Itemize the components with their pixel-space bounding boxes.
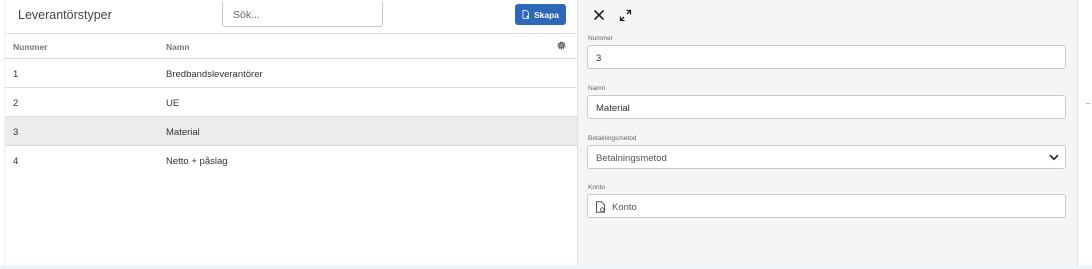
create-button-label: Skapa — [533, 9, 560, 20]
file-icon — [596, 201, 605, 213]
name-label: Namn — [588, 85, 606, 92]
payment-method-value: Betalningsmetod — [596, 153, 667, 164]
number-field[interactable]: 3 — [587, 45, 1066, 69]
search-input[interactable]: Sök... — [222, 2, 383, 27]
list-header: Leverantörstyper Sök... Skapa — [5, 0, 578, 33]
account-placeholder: Konto — [612, 202, 637, 213]
table-row[interactable]: 2 UE — [5, 88, 578, 117]
payment-method-label: Betalningsmetod — [588, 135, 637, 142]
gear-icon[interactable] — [556, 40, 567, 51]
row-number: 1 — [13, 69, 19, 80]
number-label: Nummer — [588, 35, 613, 42]
table-row[interactable]: 1 Bredbandsleverantörer — [5, 59, 578, 88]
table-header: Nummer Namn — [5, 33, 578, 59]
detail-panel: Nummer 3 Namn Material Betalningsmetod B… — [577, 0, 1077, 265]
create-button[interactable]: Skapa — [515, 4, 566, 25]
row-name: UE — [166, 98, 180, 109]
divider-tick — [1086, 103, 1090, 104]
column-header-name[interactable]: Namn — [166, 42, 190, 52]
list-title: Leverantörstyper — [18, 8, 112, 22]
supplier-type-list-panel: Leverantörstyper Sök... Skapa Nummer Nam… — [4, 0, 578, 265]
close-icon[interactable] — [593, 9, 605, 21]
row-number: 3 — [13, 127, 19, 138]
row-number: 4 — [13, 156, 19, 167]
row-name: Netto + påslag — [166, 156, 228, 167]
expand-icon[interactable] — [619, 9, 632, 22]
file-plus-icon — [522, 10, 529, 19]
row-name: Bredbandsleverantörer — [166, 69, 263, 80]
side-strip — [1077, 0, 1092, 269]
payment-method-select[interactable]: Betalningsmetod — [587, 145, 1066, 169]
row-name: Material — [166, 127, 200, 138]
row-number: 2 — [13, 98, 19, 109]
account-field[interactable]: Konto — [587, 194, 1066, 218]
column-header-number[interactable]: Nummer — [13, 42, 47, 52]
chevron-down-icon — [1049, 154, 1059, 161]
table-row[interactable]: 4 Netto + påslag — [5, 146, 578, 175]
name-field[interactable]: Material — [587, 95, 1066, 119]
bottom-strip — [0, 265, 1092, 269]
account-label: Konto — [588, 184, 605, 191]
table-row-selected[interactable]: 3 Material — [5, 117, 578, 146]
